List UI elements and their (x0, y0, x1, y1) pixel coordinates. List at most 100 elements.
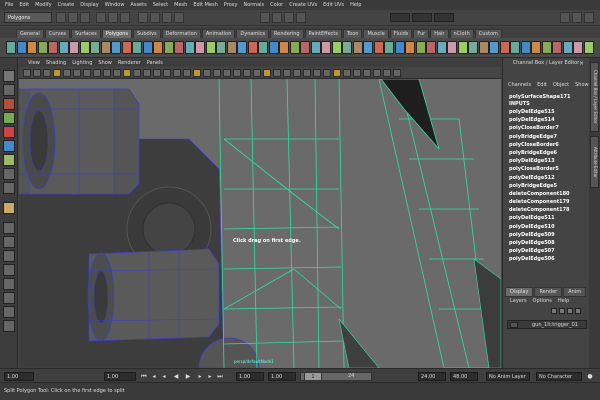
shelf-tool-icon[interactable] (100, 41, 111, 54)
new-layer-icon[interactable] (567, 308, 573, 314)
viewport-tool-icon[interactable] (193, 69, 201, 77)
shelf-tab-ncloth[interactable]: nCloth (449, 29, 474, 38)
viewport-menu-renderer[interactable]: Renderer (115, 60, 144, 66)
layer-visibility-icon[interactable] (510, 322, 518, 328)
viewport-tool-icon[interactable] (183, 69, 191, 77)
menu-help[interactable]: Help (347, 2, 364, 8)
snap-curve-icon[interactable] (150, 12, 160, 23)
shelf-tool-icon[interactable] (132, 41, 142, 54)
viewport-menu-lighting[interactable]: Lighting (69, 60, 95, 66)
viewport-menu-show[interactable]: Show (95, 60, 115, 66)
select-hierarchy-icon[interactable] (96, 12, 106, 23)
show-tool-settings-icon[interactable] (572, 12, 582, 23)
viewport-tool-icon[interactable] (303, 69, 311, 77)
viewport-tool-icon[interactable] (243, 69, 251, 77)
shelf-tool-icon[interactable] (342, 41, 352, 54)
shelf-tool-icon[interactable] (384, 41, 394, 54)
layer-tab-render[interactable]: Render (534, 287, 563, 297)
shelf-tool-icon[interactable] (37, 41, 48, 54)
perspective-viewport[interactable]: Click drag on first edge. persp/defaultN… (19, 79, 501, 368)
viewport-tool-icon[interactable] (393, 69, 401, 77)
input-field-x[interactable] (390, 13, 410, 22)
history-item[interactable]: polyDelEdge515 (509, 108, 587, 116)
history-icon[interactable] (260, 12, 270, 23)
shelf-tool-icon[interactable] (352, 41, 363, 54)
menu-modify[interactable]: Modify (32, 2, 55, 8)
step-back-key-icon[interactable]: ◂ (150, 372, 158, 381)
viewport-tool-icon[interactable] (353, 69, 361, 77)
history-item[interactable]: polyDelEdge511 (509, 214, 587, 222)
side-tab-attribute-editor[interactable]: Attribute Editor (590, 136, 599, 188)
ipr-icon[interactable] (284, 12, 294, 23)
snap-plane-icon[interactable] (174, 12, 184, 23)
viewport-tool-icon[interactable] (83, 69, 91, 77)
shelf-tool-icon[interactable] (142, 41, 153, 54)
layer-tab-display[interactable]: Display (505, 287, 534, 297)
shelf-tool-icon[interactable] (237, 41, 247, 54)
viewport-tool-icon[interactable] (343, 69, 351, 77)
history-item[interactable]: polyCloseBorder7 (509, 124, 587, 132)
snap-grid-icon[interactable] (138, 12, 148, 23)
node-name[interactable]: polySurfaceShape171 (509, 94, 570, 100)
menu-color[interactable]: Color (267, 2, 286, 8)
step-back-frame-icon[interactable]: ◂ (160, 372, 168, 381)
last-tool-icon[interactable] (3, 182, 15, 194)
shelf-tool-icon[interactable] (205, 41, 216, 54)
input-field-y[interactable] (412, 13, 432, 22)
shelf-tool-icon[interactable] (216, 41, 226, 54)
viewport-tool-icon[interactable] (123, 69, 131, 77)
history-item[interactable]: polyBridgeEdge5 (509, 182, 587, 190)
paint-select-tool-icon[interactable] (3, 98, 15, 110)
shelf-tool-icon[interactable] (279, 41, 289, 54)
menu-create-uvs[interactable]: Create UVs (286, 2, 320, 8)
channel-box-menu-edit[interactable]: Edit (534, 82, 550, 88)
render-settings-icon[interactable] (296, 12, 306, 23)
viewport-tool-icon[interactable] (253, 69, 261, 77)
shelf-tool-icon[interactable] (415, 41, 426, 54)
shelf-tool-icon[interactable] (289, 41, 300, 54)
shelf-tool-icon[interactable] (583, 41, 594, 54)
viewport-tool-icon[interactable] (113, 69, 121, 77)
shelf-tool-icon[interactable] (195, 41, 205, 54)
shelf-tab-deformation[interactable]: Deformation (161, 29, 201, 38)
viewport-tool-icon[interactable] (53, 69, 61, 77)
menu-edit[interactable]: Edit (16, 2, 32, 8)
shelf-tool-icon[interactable] (457, 41, 468, 54)
show-attribute-editor-icon[interactable] (584, 12, 594, 23)
history-item[interactable]: deleteComponent178 (509, 206, 587, 214)
auto-key-icon[interactable]: ● (586, 372, 594, 381)
shelf-tool-icon[interactable] (174, 41, 184, 54)
history-item[interactable]: polyBridgeEdge7 (509, 133, 587, 141)
play-forwards-icon[interactable]: ▶ (184, 372, 192, 381)
shelf-tool-icon[interactable] (562, 41, 573, 54)
shelf-tool-icon[interactable] (478, 41, 489, 54)
soft-mod-tool-icon[interactable] (3, 168, 15, 180)
shelf-tool-icon[interactable] (394, 41, 405, 54)
shelf-tool-icon[interactable] (79, 41, 90, 54)
shelf-tool-icon[interactable] (520, 41, 531, 54)
history-item[interactable]: deleteComponent179 (509, 198, 587, 206)
shelf-tool-icon[interactable] (489, 41, 499, 54)
shelf-tool-icon[interactable] (541, 41, 552, 54)
shelf-tab-subdivs[interactable]: Subdivs (133, 29, 161, 38)
viewport-menu-view[interactable]: View (25, 60, 43, 66)
shelf-tool-icon[interactable] (121, 41, 132, 54)
shelf-tool-icon[interactable] (247, 41, 258, 54)
menu-file[interactable]: File (2, 2, 16, 8)
open-scene-icon[interactable] (68, 12, 78, 23)
scale-tool-icon[interactable] (3, 140, 15, 152)
shelf-tool-icon[interactable] (552, 41, 562, 54)
viewport-tool-icon[interactable] (263, 69, 271, 77)
viewport-tool-icon[interactable] (103, 69, 111, 77)
menu-create[interactable]: Create (55, 2, 78, 8)
viewport-tool-icon[interactable] (333, 69, 341, 77)
shelf-tool-icon[interactable] (363, 41, 373, 54)
viewport-tool-icon[interactable] (173, 69, 181, 77)
viewport-tool-icon[interactable] (73, 69, 81, 77)
shelf-tab-painteffects[interactable]: PaintEffects (304, 29, 342, 38)
shelf-tool-icon[interactable] (111, 41, 121, 54)
layout-custom-icon[interactable] (3, 320, 15, 332)
shelf-tool-icon[interactable] (184, 41, 195, 54)
shelf-tool-icon[interactable] (405, 41, 415, 54)
shelf-tab-rendering[interactable]: Rendering (270, 29, 304, 38)
